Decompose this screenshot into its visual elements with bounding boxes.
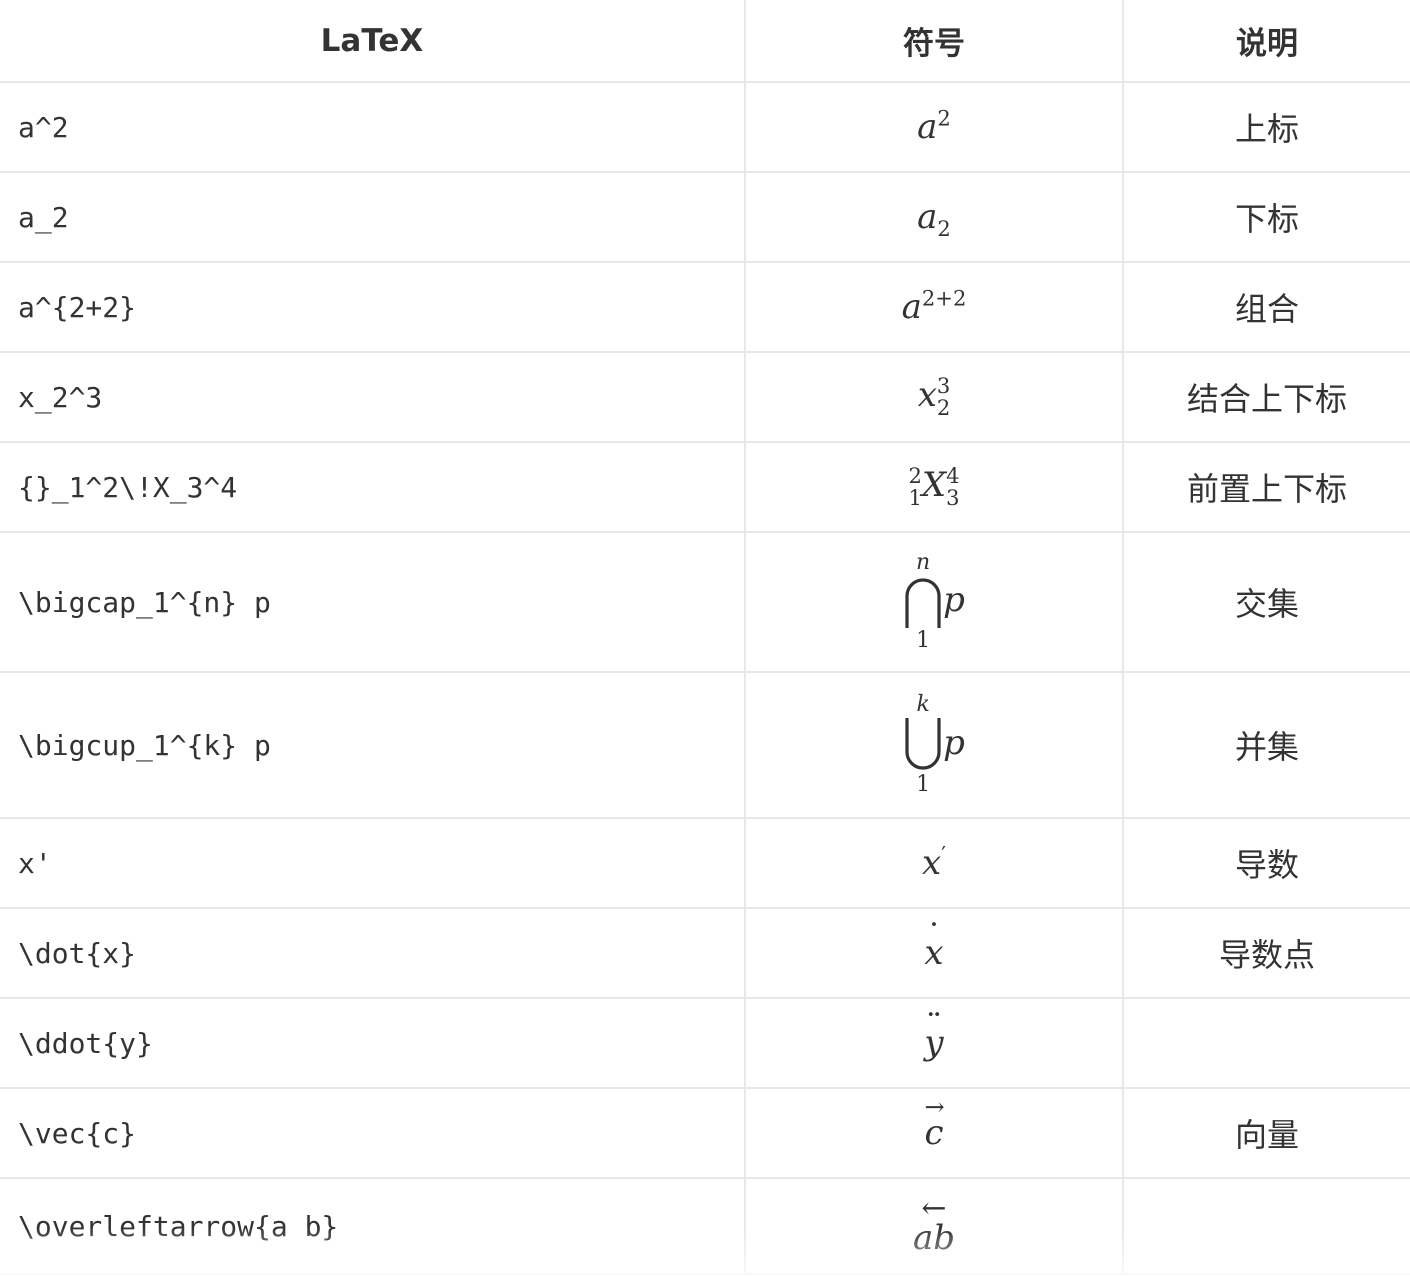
table-row: a_2 a2 下标	[0, 171, 1410, 263]
table-row: a^2 a2 上标	[0, 81, 1410, 173]
symbol-base: a	[917, 197, 938, 237]
vector-arrow-icon: →	[924, 1093, 945, 1121]
double-dot-accent: ¨	[925, 1007, 943, 1047]
lower-limit: 1	[916, 628, 931, 653]
symbol-description: 结合上下标	[1122, 351, 1410, 443]
symbol-description: 导数点	[1122, 907, 1410, 999]
rendered-symbol: k 1 p	[744, 671, 1124, 819]
symbol-description: 前置上下标	[1122, 441, 1410, 533]
symbol-superscript: 4	[946, 462, 960, 488]
lower-limit: 1	[916, 772, 931, 797]
rendered-symbol: 21X43	[744, 441, 1124, 533]
table-header-row: LaTeX 符号 说明	[0, 0, 1410, 83]
dot-accent: ˙	[925, 917, 943, 957]
rendered-symbol: x32	[744, 351, 1124, 443]
bigcup-icon	[905, 718, 941, 770]
symbol-base: a	[917, 107, 938, 147]
symbol-description: 下标	[1122, 171, 1410, 263]
symbol-subscript: 3	[946, 485, 960, 510]
table-row: \bigcap_1^{n} p n 1 p 交集	[0, 531, 1410, 673]
symbol-description: 导数	[1122, 817, 1410, 909]
bigcap-icon	[905, 578, 941, 628]
table-row: a^{2+2} a2+2 组合	[0, 261, 1410, 353]
symbol-description: 向量	[1122, 1087, 1410, 1179]
latex-code: \overleftarrow{a b}	[0, 1177, 746, 1275]
symbol-base: a	[901, 287, 922, 327]
prime-mark: ′	[941, 841, 946, 867]
latex-code: \dot{x}	[0, 907, 746, 999]
symbol-pre-superscript: 2	[908, 462, 922, 488]
symbol-base: X	[921, 465, 947, 505]
latex-code: \vec{c}	[0, 1087, 746, 1179]
rendered-symbol: ← ab	[744, 1177, 1124, 1275]
table-row: \overleftarrow{a b} ← ab	[0, 1177, 1410, 1275]
latex-code: \ddot{y}	[0, 997, 746, 1089]
header-description: 说明	[1122, 0, 1410, 83]
latex-code: a^{2+2}	[0, 261, 746, 353]
symbol-description	[1122, 1177, 1410, 1275]
table-row: x_2^3 x32 结合上下标	[0, 351, 1410, 443]
symbol-superscript: 2+2	[921, 285, 967, 311]
symbol-subscript: 2	[937, 215, 951, 241]
rendered-symbol: a2	[744, 171, 1124, 263]
rendered-symbol: a2+2	[744, 261, 1124, 353]
intersection-operator: n 1	[903, 550, 943, 654]
latex-symbol-table: LaTeX 符号 说明 a^2 a2 上标 a_2 a2 下标 a^{2+2} …	[0, 0, 1410, 1275]
symbol-base: ab	[912, 1218, 956, 1258]
operator-argument: p	[943, 723, 965, 763]
table-row: \vec{c} → c 向量	[0, 1087, 1410, 1179]
header-latex: LaTeX	[0, 0, 746, 83]
symbol-subscript: 2	[936, 395, 951, 420]
latex-code: x'	[0, 817, 746, 909]
table-row: \dot{x} ˙ x 导数点	[0, 907, 1410, 999]
symbol-description: 交集	[1122, 531, 1410, 673]
latex-code: {}_1^2\!X_3^4	[0, 441, 746, 533]
latex-code: a_2	[0, 171, 746, 263]
upper-limit: n	[916, 550, 931, 575]
latex-code: \bigcap_1^{n} p	[0, 531, 746, 673]
latex-code: \bigcup_1^{k} p	[0, 671, 746, 819]
symbol-description	[1122, 997, 1410, 1089]
rendered-symbol: ˙ x	[744, 907, 1124, 999]
rendered-symbol: x′	[744, 817, 1124, 909]
symbol-description: 上标	[1122, 81, 1410, 173]
latex-code: x_2^3	[0, 351, 746, 443]
symbol-description: 并集	[1122, 671, 1410, 819]
symbol-base: x	[922, 843, 942, 883]
rendered-symbol: → c	[744, 1087, 1124, 1179]
rendered-symbol: ¨ y	[744, 997, 1124, 1089]
symbol-description: 组合	[1122, 261, 1410, 353]
upper-limit: k	[916, 692, 930, 717]
rendered-symbol: n 1 p	[744, 531, 1124, 673]
table-row: \bigcup_1^{k} p k 1 p 并集	[0, 671, 1410, 819]
rendered-symbol: a2	[744, 81, 1124, 173]
header-symbol: 符号	[744, 0, 1124, 83]
latex-code: a^2	[0, 81, 746, 173]
symbol-base: x	[917, 375, 937, 415]
table-row: {}_1^2\!X_3^4 21X43 前置上下标	[0, 441, 1410, 533]
table-row: x' x′ 导数	[0, 817, 1410, 909]
symbol-pre-subscript: 1	[908, 485, 922, 510]
symbol-superscript: 3	[936, 372, 951, 398]
table-row: \ddot{y} ¨ y	[0, 997, 1410, 1089]
union-operator: k 1	[903, 692, 943, 798]
operator-argument: p	[943, 580, 965, 620]
symbol-superscript: 2	[937, 105, 951, 131]
